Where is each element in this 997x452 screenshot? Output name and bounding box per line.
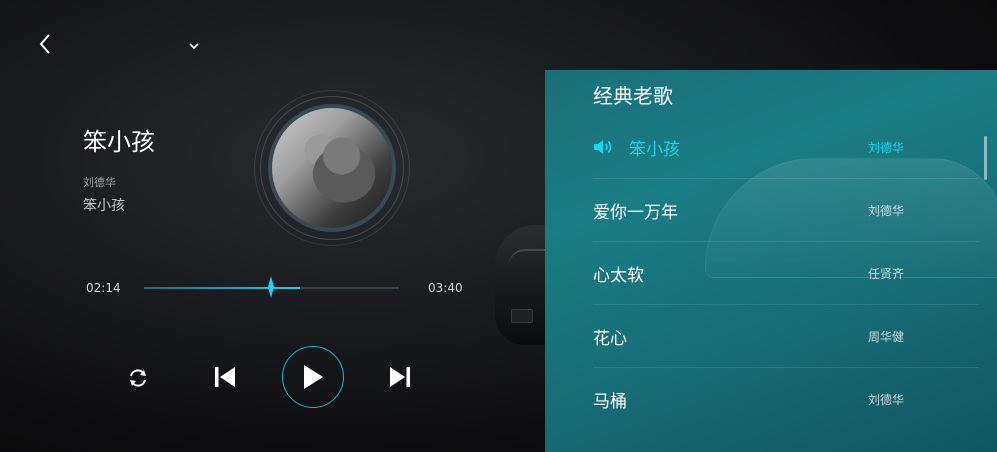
- track-artist: 刘德华: [867, 140, 904, 155]
- play-button[interactable]: [282, 346, 344, 408]
- collapse-button[interactable]: [184, 36, 204, 56]
- song-title: 笨小孩: [83, 128, 155, 156]
- total-time: 03:40: [428, 281, 463, 295]
- playlist-title: 经典老歌: [593, 84, 673, 108]
- next-button[interactable]: [383, 360, 417, 394]
- track-artist: 刘德华: [867, 203, 904, 218]
- repeat-icon: [130, 369, 146, 387]
- speaker-icon: [594, 140, 612, 154]
- chevron-down-icon: [189, 43, 199, 50]
- current-time: 02:14: [86, 281, 121, 295]
- skip-next-icon: [390, 367, 410, 387]
- music-player-screen: 笨小孩 刘德华 笨小孩 02:14 03:40 经典老歌 笨小孩 刘德华 爱你一…: [0, 0, 997, 452]
- track-name: 笨小孩: [629, 139, 680, 160]
- track-name: 马桶: [593, 392, 627, 412]
- album-cover: [268, 104, 396, 232]
- car-headlight: [509, 249, 549, 265]
- chevron-left-icon: [39, 34, 50, 54]
- play-icon: [304, 365, 323, 389]
- back-button[interactable]: [32, 30, 60, 58]
- progress-fill: [144, 287, 300, 289]
- track-artist: 刘德华: [867, 393, 904, 407]
- track-name: 爱你一万年: [593, 202, 678, 223]
- song-album: 笨小孩: [83, 198, 125, 214]
- track-name: 花心: [593, 328, 627, 349]
- car-plate: [511, 309, 533, 323]
- track-list: 笨小孩 刘德华 爱你一万年 刘德华 心太软 任贤齐 花心 周华健 马桶 刘德华: [545, 116, 979, 431]
- track-item-active[interactable]: 笨小孩 刘德华: [593, 116, 979, 179]
- song-artist: 刘德华: [83, 176, 116, 189]
- previous-button[interactable]: [208, 360, 242, 394]
- playlist-panel: 经典老歌 笨小孩 刘德华 爱你一万年 刘德华 心太软 任贤齐 花心 周华健 马桶…: [545, 70, 997, 452]
- playlist-scrollbar[interactable]: [984, 136, 987, 180]
- repeat-button[interactable]: [122, 362, 154, 394]
- track-item[interactable]: 心太软 任贤齐: [593, 242, 979, 305]
- track-artist: 周华健: [867, 329, 904, 344]
- track-item[interactable]: 马桶 刘德华: [593, 368, 979, 431]
- track-item[interactable]: 花心 周华健: [593, 305, 979, 368]
- skip-previous-icon: [215, 367, 235, 387]
- diamond-thumb-icon: [268, 276, 274, 298]
- track-item[interactable]: 爱你一万年 刘德华: [593, 179, 979, 242]
- track-name: 心太软: [593, 265, 644, 286]
- track-artist: 任贤齐: [867, 266, 904, 281]
- progress-thumb[interactable]: [268, 276, 274, 298]
